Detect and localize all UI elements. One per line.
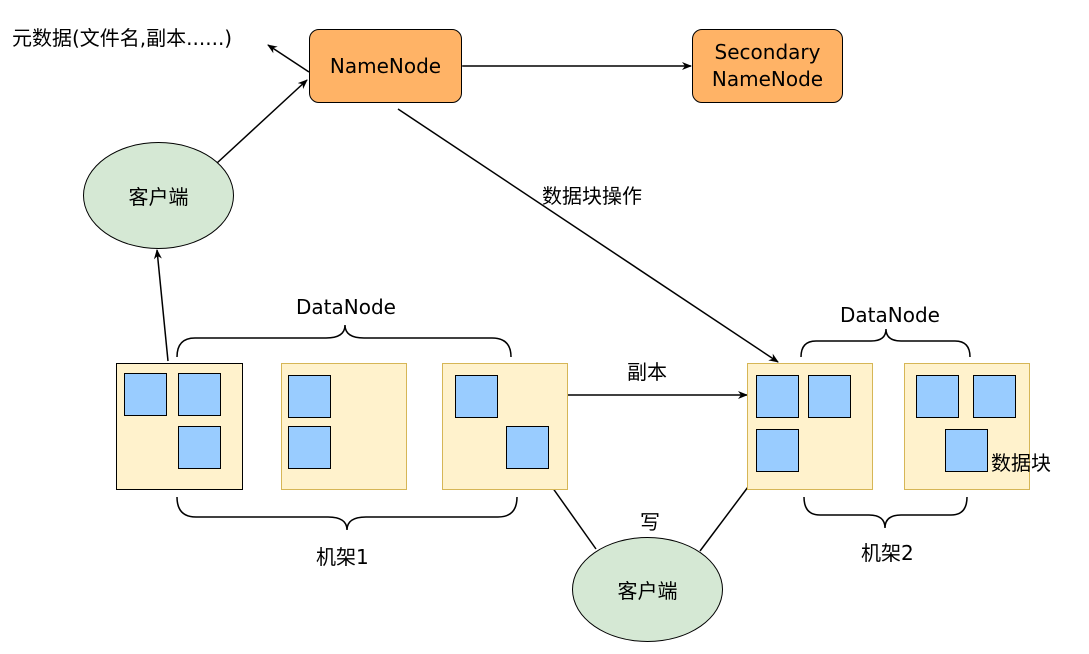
data-block: [124, 373, 167, 416]
block-ops-label: 数据块操作: [542, 184, 642, 208]
client-top-ellipse[interactable]: 客户端: [83, 142, 234, 249]
datanode-box[interactable]: [281, 363, 407, 490]
hdfs-architecture-diagram: 元数据(文件名,副本......) NameNode Secondary Nam…: [0, 0, 1089, 654]
data-block: [973, 375, 1016, 418]
client-bottom-ellipse[interactable]: 客户端: [572, 537, 723, 642]
rack-client-arrow: [153, 249, 169, 362]
data-block: [506, 426, 549, 469]
namenode-box[interactable]: NameNode: [309, 29, 462, 103]
namenode-label: NameNode: [329, 53, 442, 78]
rack2-label: 机架2: [861, 541, 914, 565]
client-namenode-arrow: [216, 79, 308, 164]
secondary-namenode-box[interactable]: Secondary NameNode: [692, 29, 843, 103]
data-block: [756, 429, 799, 472]
datanode-right-brace: [800, 328, 971, 358]
data-block: [178, 373, 221, 416]
datanode-box[interactable]: [747, 363, 873, 490]
client-top-label: 客户端: [128, 185, 189, 209]
metadata-note: 元数据(文件名,副本......): [12, 26, 233, 50]
datanode-left-label: DataNode: [296, 295, 396, 319]
write-label: 写: [640, 510, 660, 534]
data-block: [288, 375, 331, 418]
data-block: [288, 426, 331, 469]
datanode-box[interactable]: [442, 363, 568, 490]
data-block: [916, 375, 959, 418]
datanode-box[interactable]: [116, 363, 243, 490]
data-block-label: 数据块: [991, 451, 1051, 475]
connectors: [153, 44, 971, 552]
block-ops-arrow: [397, 108, 779, 363]
namenode-metadata-arrow: [267, 44, 310, 73]
rack1-brace: [176, 496, 518, 531]
data-block: [945, 429, 988, 472]
datanode-left-brace: [176, 324, 512, 358]
datanode-right-label: DataNode: [840, 303, 940, 327]
rack2-brace: [803, 496, 968, 529]
secondary-label-line1: Secondary: [714, 40, 821, 64]
replica-label: 副本: [627, 360, 667, 384]
data-block: [808, 375, 851, 418]
data-block: [756, 375, 799, 418]
client-bottom-label: 客户端: [617, 579, 678, 603]
rack1-label: 机架1: [316, 545, 369, 569]
data-block: [455, 375, 498, 418]
secondary-label-line2: NameNode: [711, 67, 824, 91]
data-block: [178, 426, 221, 469]
